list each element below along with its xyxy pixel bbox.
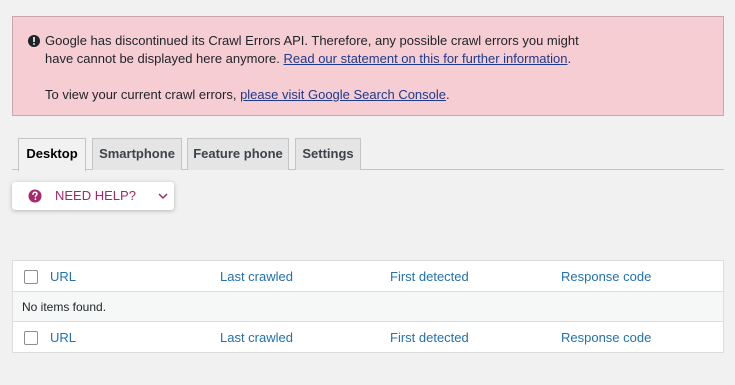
search-console-link[interactable]: please visit Google Search Console	[240, 87, 446, 102]
tab-feature-phone[interactable]: Feature phone	[187, 138, 289, 170]
crawl-errors-notice: Google has discontinued its Crawl Errors…	[12, 16, 724, 116]
empty-message: No items found.	[22, 300, 107, 314]
notice-text-line3-suffix: .	[446, 87, 450, 102]
notice-text-line2-suffix: .	[567, 51, 572, 66]
tab-smartphone[interactable]: Smartphone	[92, 138, 182, 170]
notice-text-line3-prefix: To view your current crawl errors,	[45, 87, 241, 102]
statement-link[interactable]: Read our statement on this for further i…	[284, 51, 568, 66]
column-url-footer[interactable]: URL	[50, 331, 76, 345]
column-first-detected-footer[interactable]: First detected	[390, 331, 469, 345]
need-help-label: NEED HELP?	[55, 188, 136, 203]
question-circle-icon	[28, 189, 42, 203]
column-first-detected[interactable]: First detected	[390, 270, 469, 284]
select-all-checkbox-footer[interactable]	[24, 331, 38, 345]
need-help-button[interactable]: NEED HELP?	[12, 182, 174, 210]
table-header-row: URL Last crawled First detected Response…	[13, 261, 723, 292]
column-url[interactable]: URL	[50, 270, 76, 284]
device-tabs: Desktop Smartphone Feature phone Setting…	[12, 138, 724, 171]
notice-text-line3: To view your current crawl errors, pleas…	[45, 86, 707, 104]
alert-circle-icon	[28, 35, 40, 47]
column-response-code[interactable]: Response code	[561, 270, 651, 284]
column-last-crawled[interactable]: Last crawled	[220, 270, 293, 284]
notice-text-line2-prefix: have cannot be displayed here anymore.	[45, 51, 284, 66]
table-footer-row: URL Last crawled First detected Response…	[13, 322, 723, 352]
tab-settings[interactable]: Settings	[295, 138, 361, 170]
column-response-code-footer[interactable]: Response code	[561, 331, 651, 345]
select-all-checkbox[interactable]	[24, 270, 38, 284]
crawl-errors-table: URL Last crawled First detected Response…	[12, 260, 724, 353]
notice-text-line2: have cannot be displayed here anymore. R…	[45, 50, 707, 68]
chevron-down-icon	[158, 193, 168, 200]
column-last-crawled-footer[interactable]: Last crawled	[220, 331, 293, 345]
table-row: No items found.	[13, 292, 723, 322]
tab-desktop[interactable]: Desktop	[18, 138, 86, 171]
notice-text-line1: Google has discontinued its Crawl Errors…	[45, 33, 579, 48]
